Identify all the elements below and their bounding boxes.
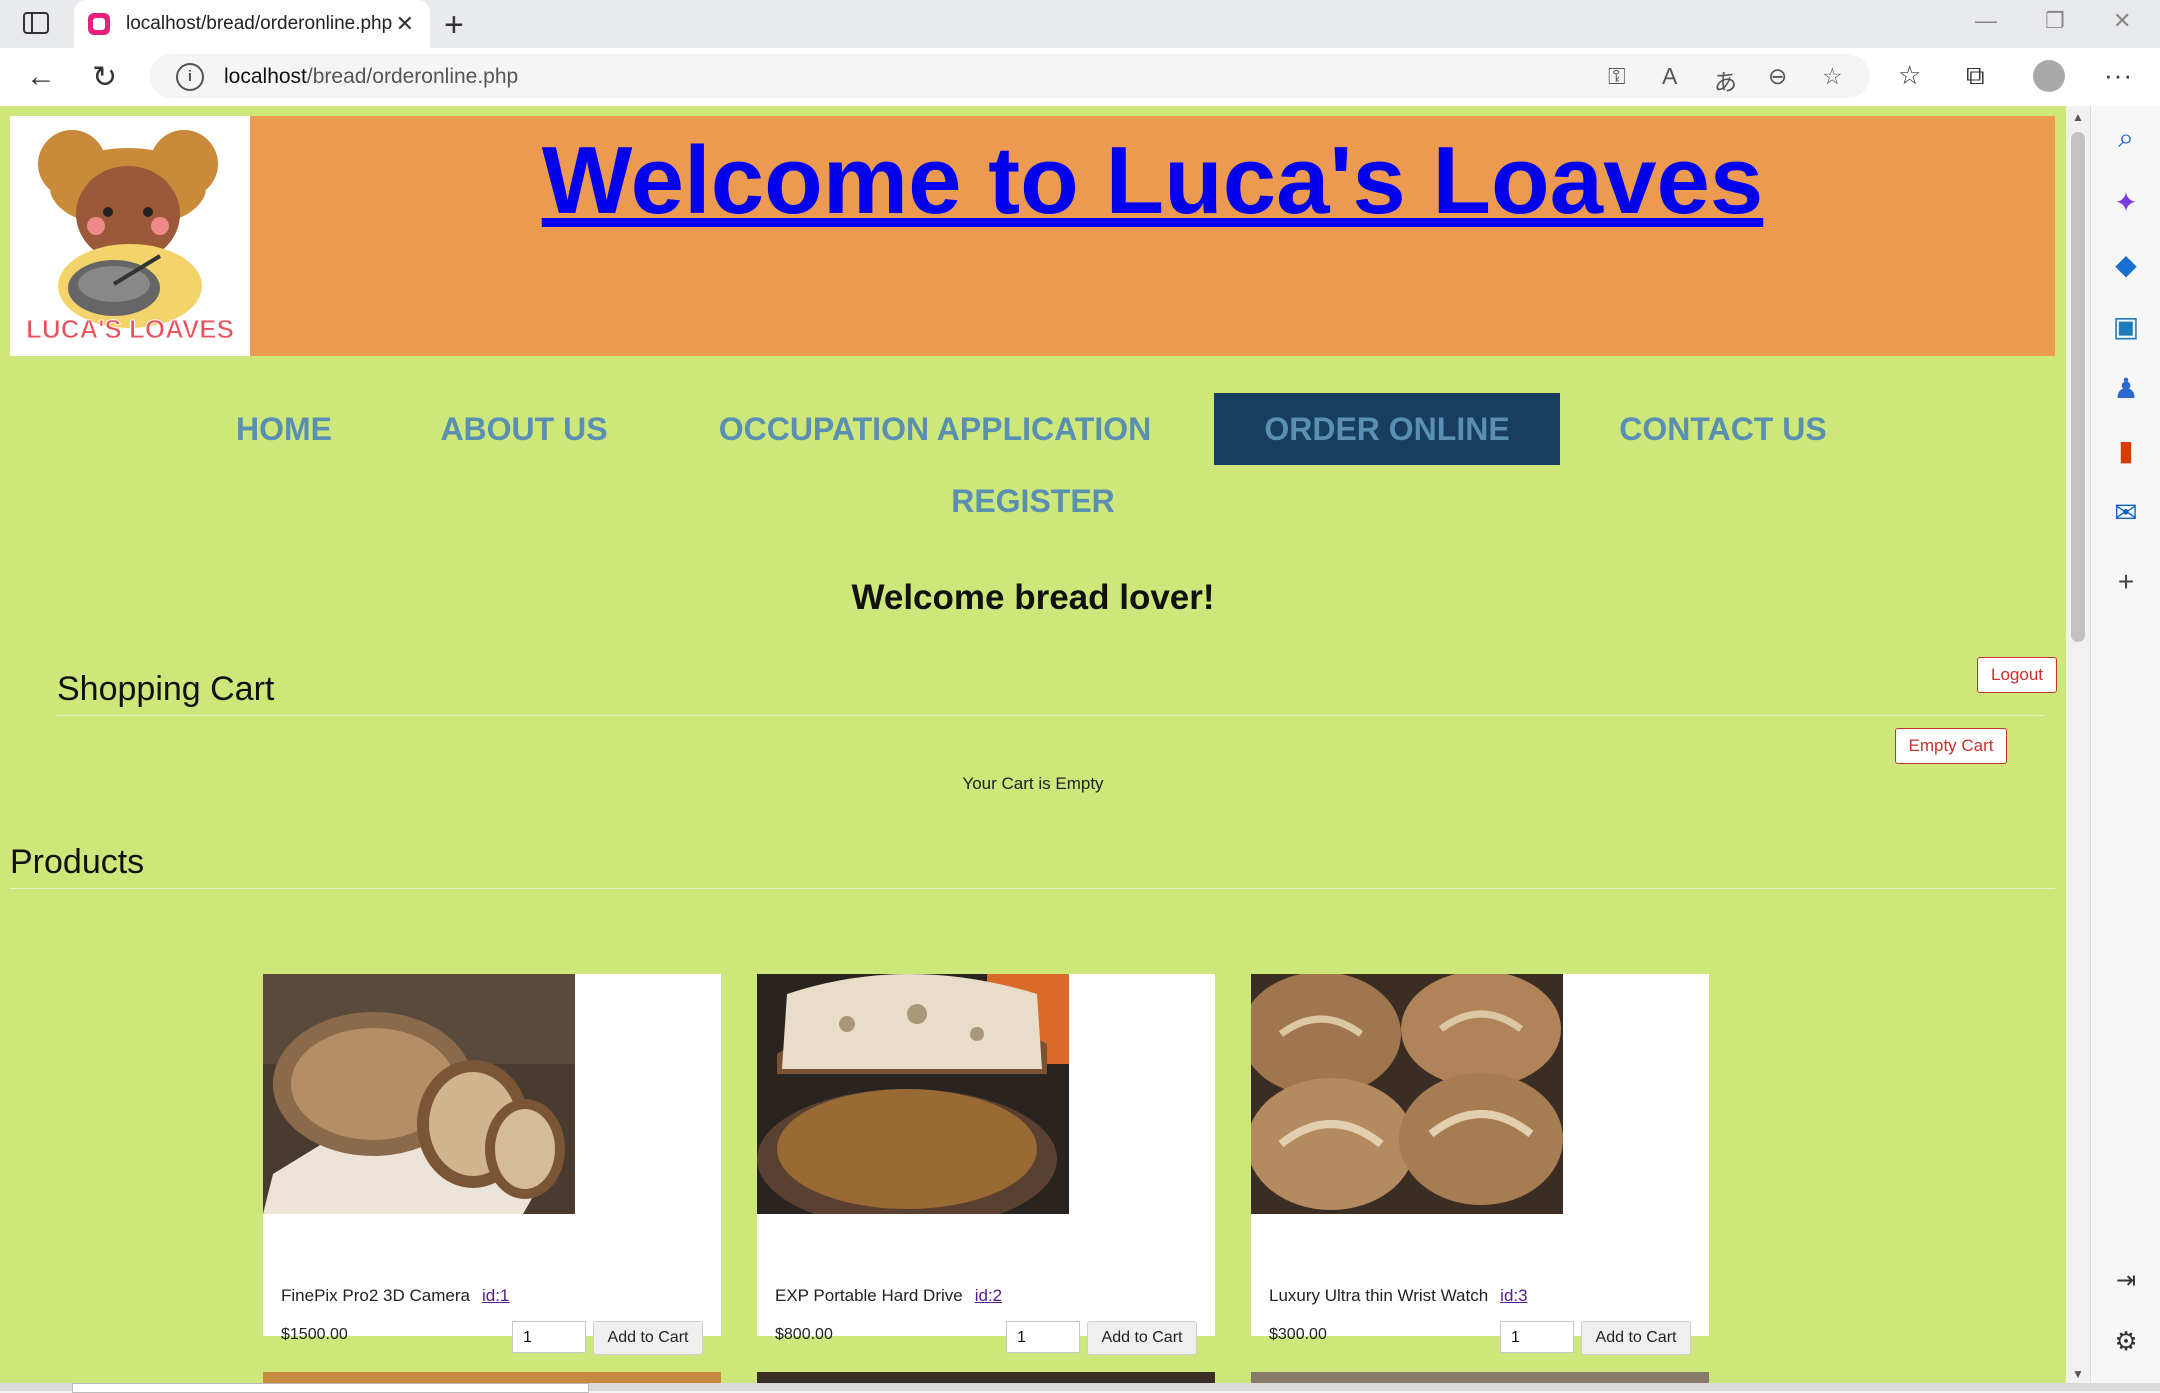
favorite-add-icon[interactable]: ☆ [1822,63,1843,90]
minimize-icon[interactable]: — [1975,8,1997,34]
empty-cart-button[interactable]: Empty Cart [1895,728,2007,764]
product-card: EXP Portable Hard Drive id:2 $800.00 1 Ad… [757,974,1215,1355]
product-id-link[interactable]: id:2 [975,1286,1002,1305]
info-icon[interactable]: i [176,63,204,91]
product-price: $800.00 [775,1326,833,1343]
address-bar[interactable]: i localhost/bread/orderonline.php ⚿ A あ … [150,54,1870,98]
add-icon[interactable]: + [2091,566,2160,598]
product-card: FinePix Pro2 3D Camera id:1 $1500.00 1 Ad… [263,974,721,1355]
address-toolbar: ← ↻ i localhost/bread/orderonline.php ⚿ … [0,48,2160,107]
tab-strip: localhost/bread/orderonline.php ✕ + — ❐ … [0,0,2160,48]
product-id-link[interactable]: id:1 [482,1286,509,1305]
nav-about-us[interactable]: ABOUT US [404,393,644,465]
copilot-icon[interactable]: ✦ [2091,186,2160,219]
site-logo: LUCA'S LOAVES [10,116,250,356]
key-icon[interactable]: ⚿ [1608,63,1626,90]
search-icon[interactable]: ⌕ [2091,122,2160,155]
nav-order-online[interactable]: ORDER ONLINE [1214,393,1560,465]
favorites-icon[interactable]: ☆ [1898,60,1921,91]
site-header: LUCA'S LOAVES Welcome to Luca's Loaves [10,116,2055,356]
product-card-peek [1251,1372,1709,1383]
scroll-up-icon[interactable]: ▲ [2072,110,2084,124]
settings-icon[interactable]: ⚙ [2091,1326,2160,1357]
product-name: Luxury Ultra thin Wrist Watch id:3 [1269,1286,1528,1305]
taskbar-window [72,1383,589,1393]
edge-sidebar: ⌕ ✦ ◆ ▣ ♟ ▮ ✉ + ⇥ ⚙ [2090,106,2160,1391]
collections-icon[interactable]: ⧉ [1966,60,1985,92]
back-icon[interactable]: ← [26,60,56,94]
product-image-rustic-loaf [263,974,575,1214]
close-tab-icon[interactable]: ✕ [396,11,414,37]
cart-divider [57,715,2044,716]
tab-actions-icon[interactable] [22,11,50,35]
product-price: $1500.00 [281,1326,348,1343]
nav-home[interactable]: HOME [204,393,364,465]
products-divider [10,888,2055,889]
profile-icon[interactable] [2033,60,2065,92]
nav-occupation-application[interactable]: OCCUPATION APPLICATION [690,393,1180,465]
scroll-thumb[interactable] [2071,132,2085,642]
product-card-peek [757,1372,1215,1383]
quantity-input[interactable]: 1 [1500,1321,1574,1353]
product-id-link[interactable]: id:3 [1500,1286,1527,1305]
url-text[interactable]: localhost/bread/orderonline.php [224,65,518,89]
tools-icon[interactable]: ▣ [2091,310,2160,343]
nav-register[interactable]: REGISTER [903,465,1163,537]
more-icon[interactable]: ··· [2104,60,2133,91]
tab-title: localhost/bread/orderonline.php [126,13,393,34]
product-image-boules [1251,974,1563,1214]
quantity-input[interactable]: 1 [1006,1321,1080,1353]
zoom-out-icon[interactable]: ⊖ [1768,63,1787,90]
products-title: Products [10,843,145,881]
quantity-input[interactable]: 1 [512,1321,586,1353]
sidebar-hide-icon[interactable]: ⇥ [2091,1266,2160,1295]
product-card-peek [263,1372,721,1383]
cart-empty-message: Your Cart is Empty [962,774,1104,793]
add-to-cart-button[interactable]: Add to Cart [1581,1321,1691,1355]
add-to-cart-button[interactable]: Add to Cart [593,1321,703,1355]
site-favicon-icon [88,13,110,35]
games-icon[interactable]: ♟ [2091,372,2160,405]
scroll-down-icon[interactable]: ▼ [2072,1367,2084,1381]
outlook-icon[interactable]: ✉ [2091,496,2160,529]
page-scrollbar[interactable]: ▲ ▼ [2066,106,2090,1383]
nav-contact-us[interactable]: CONTACT US [1598,393,1848,465]
office-icon[interactable]: ▮ [2091,434,2160,467]
restore-icon[interactable]: ❐ [2045,8,2065,34]
product-card: Luxury Ultra thin Wrist Watch id:3 $300.0… [1251,974,1709,1355]
baker-logo-illustration: LUCA'S LOAVES [10,116,250,356]
shopping-cart-title: Shopping Cart [57,670,275,708]
page-viewport: LUCA'S LOAVES Welcome to Luca's Loaves H… [0,106,2066,1383]
refresh-icon[interactable]: ↻ [92,60,117,95]
product-name: EXP Portable Hard Drive id:2 [775,1286,1003,1305]
new-tab-button[interactable]: + [444,6,464,45]
taskbar-edge [0,1383,2160,1393]
translate-icon[interactable]: あ [1714,63,1737,97]
site-title-link[interactable]: Welcome to Luca's Loaves [250,126,2055,236]
product-image-sourdough-halves [757,974,1069,1214]
welcome-heading: Welcome bread lover! [851,578,1215,617]
read-aloud-icon[interactable]: A [1662,63,1677,90]
close-window-icon[interactable]: ✕ [2113,8,2131,34]
logout-button[interactable]: Logout [1977,657,2057,693]
product-price: $300.00 [1269,1326,1327,1343]
product-name: FinePix Pro2 3D Camera id:1 [281,1286,510,1305]
browser-tab[interactable]: localhost/bread/orderonline.php ✕ [74,0,430,48]
add-to-cart-button[interactable]: Add to Cart [1087,1321,1197,1355]
logo-text: LUCA'S LOAVES [26,314,234,344]
shopping-icon[interactable]: ◆ [2091,248,2160,281]
